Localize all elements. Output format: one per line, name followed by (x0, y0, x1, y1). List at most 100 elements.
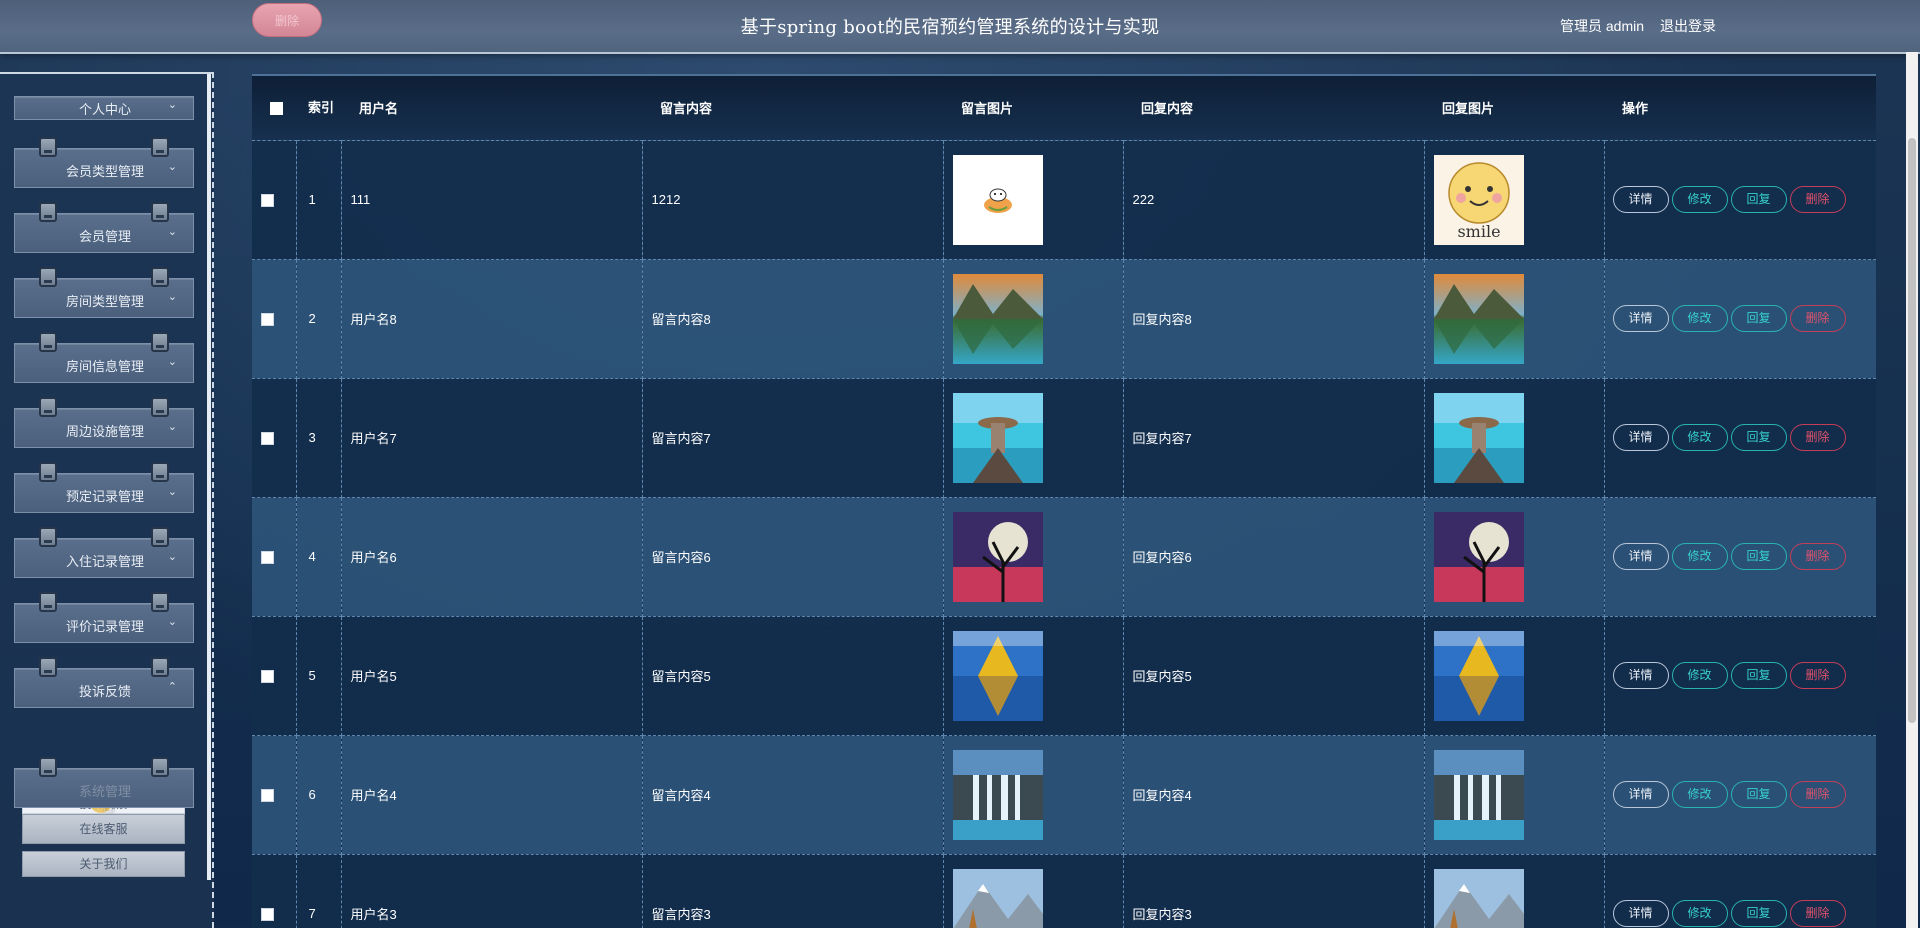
detail-button[interactable]: 详情 (1612, 662, 1669, 689)
reply-image[interactable] (1433, 749, 1604, 840)
sidebar-item-facilities[interactable]: 周边设施管理 ⌄ (14, 397, 194, 448)
reply-button[interactable]: 回复 (1730, 186, 1787, 213)
detail-button[interactable]: 详情 (1612, 543, 1669, 570)
cell-username: 用户名7 (341, 378, 643, 498)
cell-content: 留言内容7 (642, 378, 944, 498)
message-image[interactable] (952, 273, 1123, 364)
cell-reply: 222 (1123, 140, 1425, 260)
edit-button[interactable]: 修改 (1671, 543, 1728, 570)
reply-image[interactable]: smile (1433, 154, 1604, 245)
delete-button[interactable]: 删除 (1789, 781, 1846, 808)
logout-link[interactable]: 退出登录 (1660, 16, 1716, 36)
sidebar-item-room-info[interactable]: 房间信息管理 ⌄ (14, 332, 194, 383)
edit-button[interactable]: 修改 (1671, 424, 1728, 451)
delete-button[interactable]: 删除 (1789, 305, 1846, 332)
cell-actions: 详情 修改 回复 删除 (1604, 378, 1876, 498)
top-header: 删除 基于spring boot的民宿预约管理系统的设计与实现 管理员 admi… (0, 0, 1920, 54)
cell-username: 用户名3 (341, 854, 643, 928)
delete-button[interactable]: 删除 (1789, 186, 1846, 213)
reply-button[interactable]: 回复 (1730, 781, 1787, 808)
row-checkbox[interactable] (261, 194, 274, 208)
sidebar-item-member[interactable]: 会员管理 ⌄ (14, 202, 194, 253)
sidebar-item-checkin[interactable]: 入住记录管理 ⌄ (14, 527, 194, 578)
delete-button[interactable]: 删除 (1789, 424, 1846, 451)
detail-button[interactable]: 详情 (1612, 900, 1669, 927)
reply-image[interactable] (1433, 630, 1604, 721)
select-all-checkbox[interactable] (270, 102, 283, 116)
cell-image (943, 616, 1124, 736)
clip-icon (151, 202, 169, 222)
detail-button[interactable]: 详情 (1612, 186, 1669, 213)
reply-button[interactable]: 回复 (1730, 543, 1787, 570)
cell-image (943, 140, 1124, 260)
edit-button[interactable]: 修改 (1671, 781, 1728, 808)
row-checkbox[interactable] (261, 432, 274, 446)
cell-username: 111 (341, 140, 643, 260)
chevron-down-icon: ⌄ (167, 99, 177, 111)
cell-index: 1 (296, 140, 342, 260)
cell-content: 留言内容3 (642, 854, 944, 928)
detail-button[interactable]: 详情 (1612, 781, 1669, 808)
reply-button[interactable]: 回复 (1730, 305, 1787, 332)
cell-username: 用户名6 (341, 497, 643, 617)
reply-image[interactable] (1433, 868, 1604, 928)
clip-icon (39, 397, 57, 417)
row-checkbox[interactable] (261, 789, 274, 803)
reply-button[interactable]: 回复 (1730, 662, 1787, 689)
message-image[interactable] (952, 392, 1123, 483)
online-service-button[interactable]: 在线客服 (22, 814, 185, 844)
cell-image (943, 854, 1124, 928)
clip-icon (151, 527, 169, 547)
reply-button[interactable]: 回复 (1730, 900, 1787, 927)
table-row: 1 111 1212 222 smile 详情 修改 回复 删除 (252, 140, 1876, 260)
cell-content: 1212 (642, 140, 944, 260)
page-scrollbar-thumb[interactable] (1908, 138, 1916, 723)
message-image[interactable] (952, 154, 1123, 245)
sidebar-item-review[interactable]: 评价记录管理 ⌄ (14, 592, 194, 643)
message-image[interactable] (952, 868, 1123, 928)
row-checkbox[interactable] (261, 908, 274, 922)
table-row: 6 用户名4 留言内容4 回复内容4 详情 修改 回复 删除 (252, 735, 1876, 855)
detail-button[interactable]: 详情 (1612, 305, 1669, 332)
clip-icon (39, 657, 57, 677)
sidebar-item-booking[interactable]: 预定记录管理 ⌄ (14, 462, 194, 513)
cell-reply-image (1424, 854, 1605, 928)
cell-actions: 详情 修改 回复 删除 (1604, 854, 1876, 928)
cell-image (943, 497, 1124, 617)
sidebar-item-member-type[interactable]: 会员类型管理 ⌄ (14, 137, 194, 188)
row-checkbox[interactable] (261, 551, 274, 565)
chevron-down-icon: ⌄ (167, 226, 177, 238)
row-checkbox[interactable] (261, 670, 274, 684)
cell-index: 6 (296, 735, 342, 855)
reply-button[interactable]: 回复 (1730, 424, 1787, 451)
detail-button[interactable]: 详情 (1612, 424, 1669, 451)
delete-button[interactable]: 删除 (1789, 900, 1846, 927)
cell-index: 3 (296, 378, 342, 498)
delete-button[interactable]: 删除 (1789, 662, 1846, 689)
edit-button[interactable]: 修改 (1671, 186, 1728, 213)
sidebar-item-system[interactable]: 系统管理 (14, 757, 194, 808)
edit-button[interactable]: 修改 (1671, 305, 1728, 332)
select-all-header[interactable] (252, 76, 296, 141)
delete-button[interactable]: 删除 (1789, 543, 1846, 570)
reply-image[interactable] (1433, 511, 1604, 602)
edit-button[interactable]: 修改 (1671, 900, 1728, 927)
cell-actions: 详情 修改 回复 删除 (1604, 616, 1876, 736)
sidebar-item-complaint[interactable]: 投诉反馈 ⌃ (14, 657, 194, 708)
sidebar-item-room-type[interactable]: 房间类型管理 ⌄ (14, 267, 194, 318)
table-row: 2 用户名8 留言内容8 回复内容8 详情 修改 回复 删除 (252, 259, 1876, 379)
sidebar-rail (207, 74, 211, 880)
clip-icon (151, 137, 169, 157)
reply-image[interactable] (1433, 392, 1604, 483)
table-row: 7 用户名3 留言内容3 回复内容3 详情 修改 回复 删除 (252, 854, 1876, 928)
sidebar-item-personal-center[interactable]: 个人中心 ⌄ (14, 96, 194, 120)
message-image[interactable] (952, 511, 1123, 602)
row-select-cell (252, 497, 297, 617)
edit-button[interactable]: 修改 (1671, 662, 1728, 689)
reply-image[interactable] (1433, 273, 1604, 364)
cell-reply-image (1424, 378, 1605, 498)
message-image[interactable] (952, 630, 1123, 721)
row-checkbox[interactable] (261, 313, 274, 327)
message-image[interactable] (952, 749, 1123, 840)
about-us-button[interactable]: 关于我们 (22, 851, 185, 877)
